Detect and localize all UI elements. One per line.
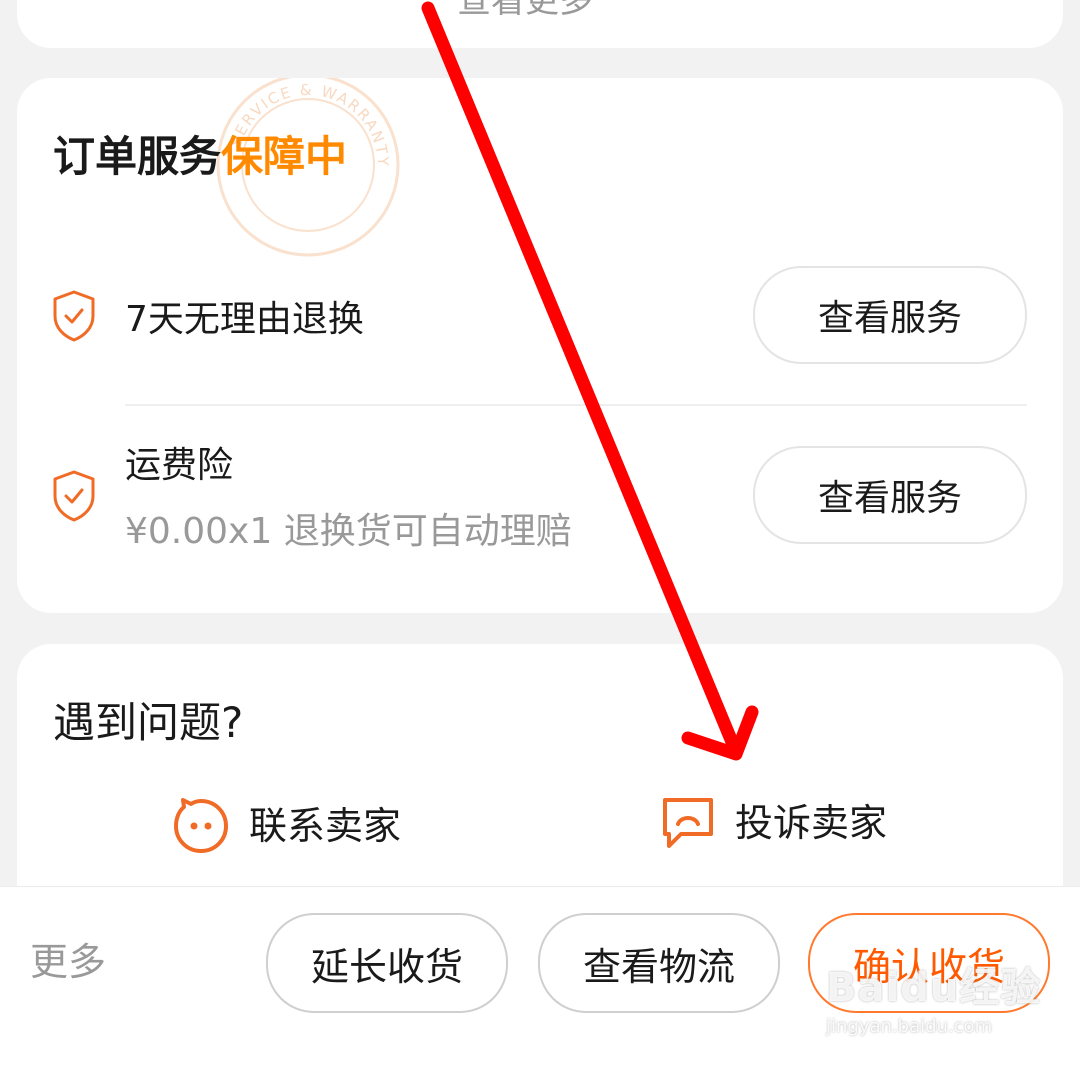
complain-seller-label: 投诉卖家 xyxy=(735,801,888,845)
order-service-title-text: 订单服务 xyxy=(53,132,222,181)
shield-check-icon xyxy=(53,470,95,522)
shield-check-icon xyxy=(53,290,95,342)
view-more-partial[interactable]: 查看更多 xyxy=(457,0,593,18)
service-description: ¥0.00x1 退换货可自动理赔 xyxy=(125,511,572,552)
divider xyxy=(125,404,1027,406)
service-name: 7天无理由退换 xyxy=(125,299,364,340)
service-row-return: 7天无理由退换 查看服务 xyxy=(17,266,1063,406)
watermark-main: Baidu经验 xyxy=(826,965,1042,1011)
service-row-shipping-insurance: 运费险 ¥0.00x1 退换货可自动理赔 查看服务 xyxy=(17,446,1063,596)
order-service-status: 保障中 xyxy=(221,132,348,181)
view-logistics-button[interactable]: 查看物流 xyxy=(538,913,780,1013)
view-service-button[interactable]: 查看服务 xyxy=(753,446,1027,544)
watermark-sub: jingyan.baidu.com xyxy=(826,1016,993,1037)
problem-title: 遇到问题? xyxy=(53,698,244,747)
service-name: 运费险 xyxy=(125,445,234,486)
extend-receipt-button[interactable]: 延长收货 xyxy=(266,913,508,1013)
view-service-button[interactable]: 查看服务 xyxy=(753,266,1027,364)
contact-seller-label: 联系卖家 xyxy=(249,804,402,848)
previous-card: 查看更多 xyxy=(17,0,1063,48)
order-service-title: 订单服务保障中 xyxy=(53,136,347,178)
complaint-bubble-icon xyxy=(663,798,713,848)
order-service-card: SERVICE & WARRANTY 订单服务保障中 7天无理由退换 查看服务 … xyxy=(17,78,1063,613)
complain-seller-button[interactable]: 投诉卖家 xyxy=(659,794,887,852)
more-link[interactable]: 更多 xyxy=(30,943,106,981)
baidu-jingyan-watermark: Baidu经验 jingyan.baidu.com xyxy=(826,968,1041,1037)
chat-smile-icon xyxy=(174,798,228,853)
contact-seller-button[interactable]: 联系卖家 xyxy=(171,796,401,856)
